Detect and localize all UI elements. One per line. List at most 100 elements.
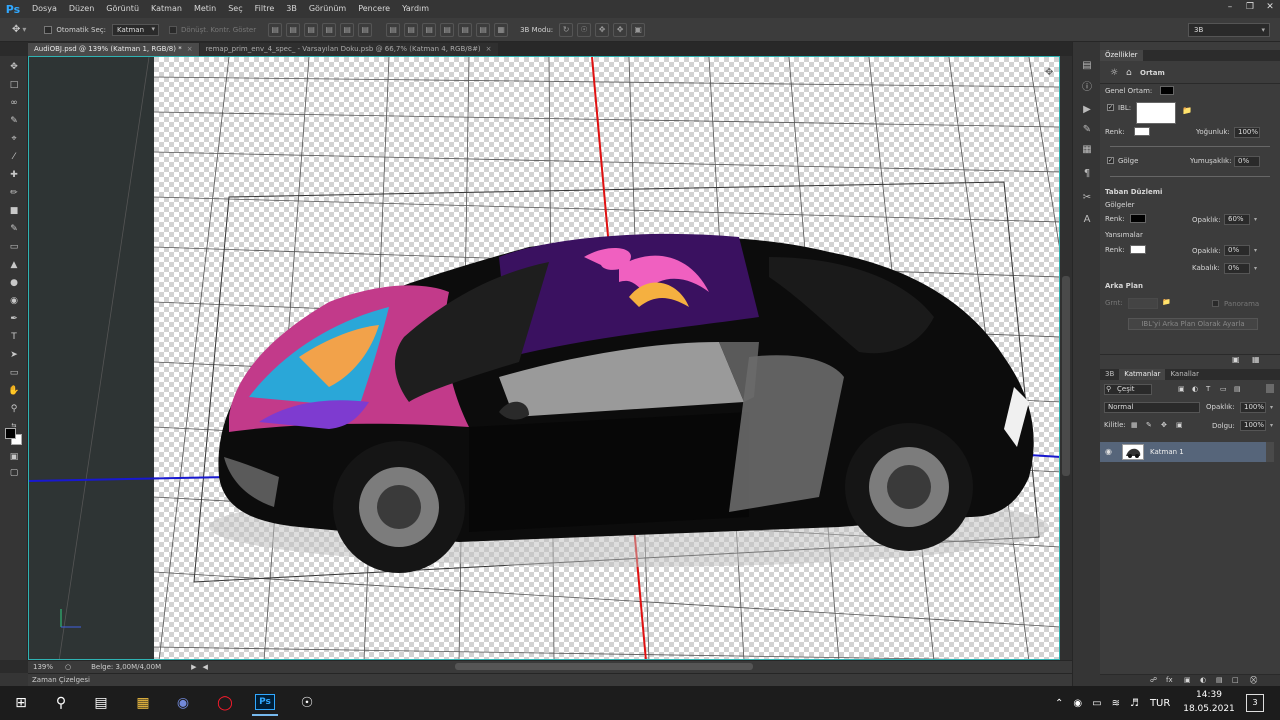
adjustment-filter-icon[interactable]: ◐ [1192,385,1198,393]
auto-select-checkbox[interactable] [44,25,53,34]
menu-select[interactable]: Seç [222,0,248,18]
layer-row[interactable]: ◉ Katman 1 [1100,442,1266,462]
path-select-tool-icon[interactable]: ➤ [6,348,22,362]
tab-3d[interactable]: 3B [1100,369,1119,380]
lasso-tool-icon[interactable]: ∞ [6,96,22,110]
align-center-icon[interactable]: ▤ [340,22,355,37]
actions-panel-icon[interactable]: ▶ [1080,102,1094,116]
lock-position-icon[interactable]: ✥ [1161,421,1167,429]
new-group-icon[interactable]: ▤ [1216,676,1223,684]
lock-pixels-icon[interactable]: ✎ [1146,421,1152,429]
delete-layer-icon[interactable]: ⛒ [1250,676,1257,685]
task-view-icon[interactable]: ▤ [88,690,114,716]
paragraph-panel-icon[interactable]: ¶ [1080,166,1094,180]
timeline-panel-tab[interactable]: Zaman Çizelgesi [28,673,1072,686]
quick-mask-icon[interactable]: ▣ [6,450,22,464]
add-mask-icon[interactable]: ▣ [1184,676,1191,684]
slide-3d-icon[interactable]: ✥ [613,22,628,37]
drag-3d-icon[interactable]: ✥ [595,22,610,37]
align-right-icon[interactable]: ▤ [358,22,373,37]
intensity-field[interactable]: 100% [1234,127,1260,138]
distribute-middle-icon[interactable]: ▤ [404,22,419,37]
document-canvas[interactable]: ✥ [28,56,1060,660]
lock-transparency-icon[interactable]: ▦ [1131,421,1138,429]
type-tool-icon[interactable]: T [6,330,22,344]
hand-tool-icon[interactable]: ✋ [6,384,22,398]
minimize-icon[interactable]: – [1220,0,1240,14]
tab-channels[interactable]: Kanallar [1165,369,1204,380]
menu-window[interactable]: Pencere [352,0,396,18]
clone-stamp-tool-icon[interactable]: ■ [6,204,22,218]
status-menu-arrow-icon[interactable]: ▶ [191,663,196,671]
paint-bucket-tool-icon[interactable]: ▲ [6,258,22,272]
align-top-icon[interactable]: ▤ [268,22,283,37]
menu-view[interactable]: Görünüm [303,0,352,18]
quick-select-tool-icon[interactable]: ✎ [6,114,22,128]
blend-mode-dropdown[interactable]: Normal [1104,402,1200,413]
scroll-left-icon[interactable]: ◀ [203,663,208,671]
blur-tool-icon[interactable]: ● [6,276,22,290]
menu-file[interactable]: Dosya [26,0,63,18]
new-layer-icon[interactable]: □ [1232,676,1239,684]
shape-filter-icon[interactable]: ▭ [1220,385,1227,393]
history-brush-tool-icon[interactable]: ✎ [6,222,22,236]
restore-icon[interactable]: ❐ [1240,0,1260,14]
menu-filter[interactable]: Filtre [249,0,281,18]
vertical-scrollbar[interactable] [1060,56,1072,660]
visibility-eye-icon[interactable]: ◉ [1105,447,1112,456]
opera-icon[interactable]: ◯ [212,690,238,716]
move-tool-icon[interactable]: ✥ ▾ [12,24,26,35]
ibl-texture-preview[interactable] [1136,102,1176,124]
canvas-corner-control-icon[interactable]: ✥ [1045,67,1053,78]
filter-toggle[interactable] [1266,384,1274,393]
layers-scrollbar[interactable] [1266,442,1274,462]
battery-icon[interactable]: ▭ [1092,698,1101,709]
roughness-field[interactable]: 0% [1224,263,1250,274]
reflection-color-swatch[interactable] [1130,245,1146,254]
search-icon[interactable]: ⚲ [48,690,74,716]
file-explorer-icon[interactable]: ▦ [130,690,156,716]
close-icon[interactable]: ✕ [1260,0,1280,14]
softness-field[interactable]: 0% [1234,156,1260,167]
intensity-slider[interactable] [1110,146,1270,147]
marquee-tool-icon[interactable]: □ [6,78,22,92]
share-icon[interactable]: ○ [65,663,71,671]
shadow-opacity-stepper-icon[interactable]: ▾ [1251,214,1260,225]
align-middle-icon[interactable]: ▤ [286,22,301,37]
link-layers-icon[interactable]: ☍ [1150,676,1157,684]
tab-properties[interactable]: Özellikler [1100,50,1143,61]
smart-object-filter-icon[interactable]: ▤ [1234,385,1241,393]
layer-filter-dropdown[interactable]: Çeşit [1104,384,1152,395]
info-panel-icon[interactable]: ⓘ [1080,78,1094,93]
brush-panel-icon[interactable]: ✎ [1080,122,1094,136]
unity-icon[interactable]: ☉ [294,690,320,716]
layer-opacity-stepper-icon[interactable]: ▾ [1267,402,1276,413]
global-ambient-swatch[interactable] [1160,86,1174,95]
workspace-dropdown[interactable]: 3B [1188,23,1270,37]
eyedropper-tool-icon[interactable]: ⁄ [6,150,22,164]
transform-controls-checkbox[interactable] [169,25,178,34]
tray-chevron-icon[interactable]: ⌃ [1055,698,1063,709]
volume-icon[interactable]: ♬ [1130,698,1139,709]
properties-footer-icon[interactable]: ▣ [1232,355,1240,364]
fill-stepper-icon[interactable]: ▾ [1267,420,1276,431]
crop-tool-icon[interactable]: ⌖ [6,132,22,146]
eraser-tool-icon[interactable]: ▭ [6,240,22,254]
3d-axis-widget[interactable] [60,609,81,628]
fill-field[interactable]: 100% [1240,420,1266,431]
type-filter-icon[interactable]: T [1206,385,1210,393]
reflection-opacity-field[interactable]: 0% [1224,245,1250,256]
roll-3d-icon[interactable]: ☉ [577,22,592,37]
move-tool-icon[interactable]: ✥ [6,60,22,74]
notification-center-icon[interactable]: 3 [1246,694,1264,712]
tab-remap-texture[interactable]: remap_prim_env_4_spec_ - Varsayılan Doku… [199,43,498,56]
lock-all-icon[interactable]: ▣ [1176,421,1183,429]
shadow-color-swatch[interactable] [1130,214,1146,223]
tab-audi-obj[interactable]: AudiOBJ.psd @ 139% (Katman 1, RGB/8) * × [28,43,199,56]
ibl-color-swatch[interactable] [1134,127,1150,136]
menu-image[interactable]: Görüntü [100,0,145,18]
menu-edit[interactable]: Düzen [63,0,100,18]
healing-brush-tool-icon[interactable]: ✚ [6,168,22,182]
zoom-tool-icon[interactable]: ⚲ [6,402,22,416]
roughness-stepper-icon[interactable]: ▾ [1251,263,1260,274]
